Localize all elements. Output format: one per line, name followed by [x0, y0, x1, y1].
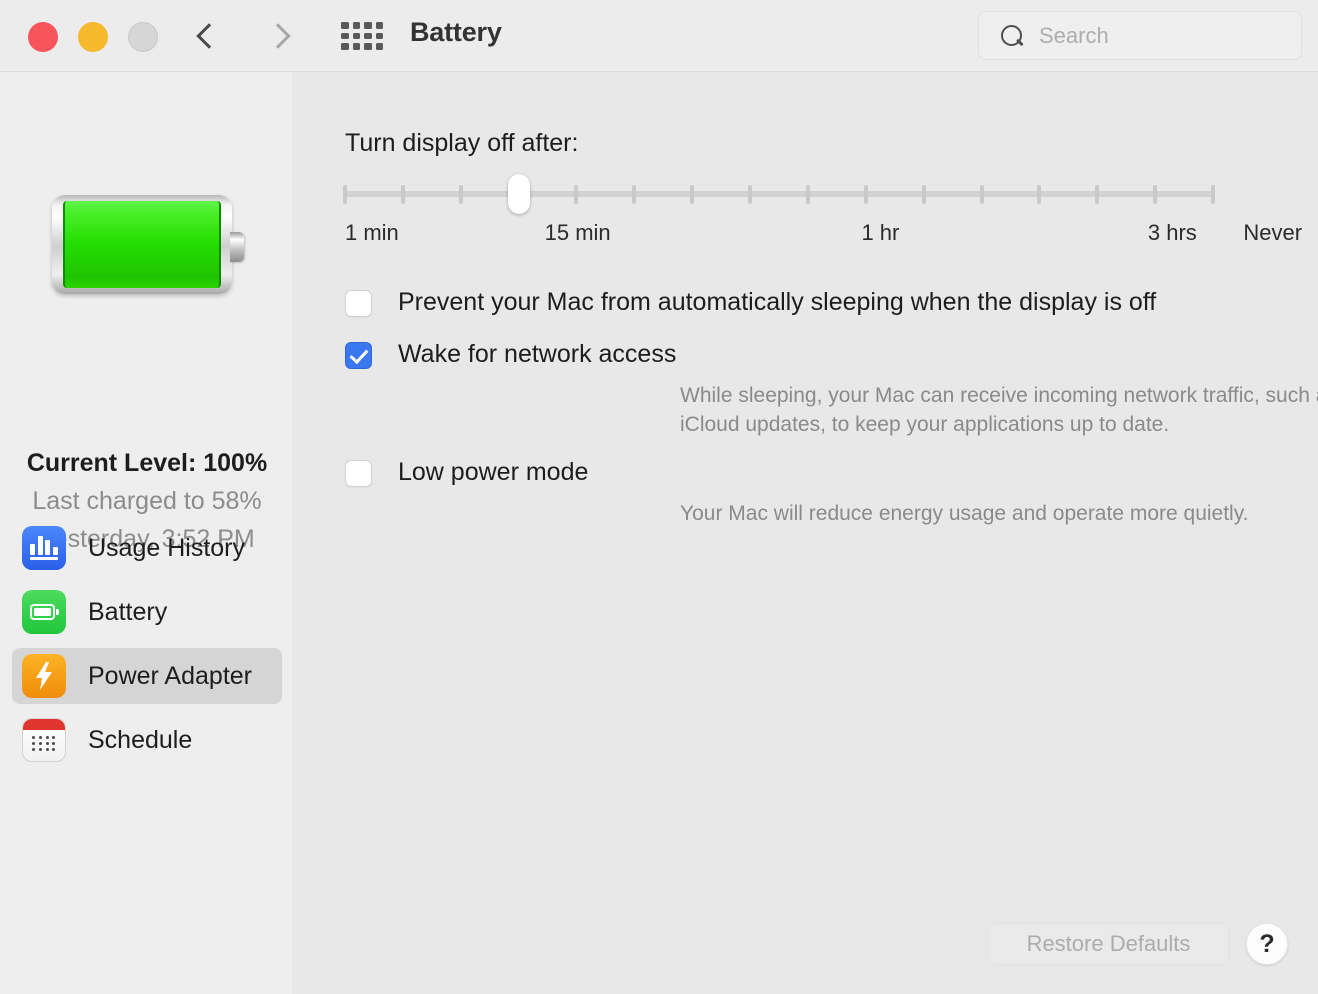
current-level-text: Current Level: 100%: [26, 449, 268, 477]
zoom-button: [128, 22, 158, 52]
turn-display-off-label: Turn display off after:: [345, 129, 579, 157]
slider-tick-labels: 1 min 15 min 1 hr 3 hrs Never: [345, 220, 1302, 248]
sidebar-item-power-adapter[interactable]: Power Adapter: [12, 648, 282, 704]
slider-tick-label: 15 min: [544, 220, 611, 245]
sidebar-nav-list: Usage History Battery Power Adapter Sche…: [12, 520, 282, 776]
search-icon: [1001, 25, 1022, 46]
wake-for-network-checkbox[interactable]: [345, 342, 372, 369]
slider-tick: [1211, 185, 1215, 204]
sidebar-item-label: Power Adapter: [88, 661, 252, 690]
last-charged-text: Last charged to 58%: [32, 487, 262, 515]
sidebar-item-battery[interactable]: Battery: [12, 584, 282, 640]
slider-tick: [863, 185, 868, 204]
option-wake-for-network[interactable]: Wake for network access: [345, 339, 676, 369]
forward-button: [258, 14, 302, 58]
sidebar-item-label: Battery: [88, 597, 168, 626]
slider-tick: [632, 185, 637, 204]
search-input[interactable]: Search: [978, 11, 1302, 60]
close-button[interactable]: [28, 22, 58, 52]
option-label: Low power mode: [398, 458, 589, 486]
option-label: Prevent your Mac from automatically slee…: [398, 288, 1157, 316]
slider-tick-label: 1 hr: [861, 220, 900, 245]
option-label: Wake for network access: [398, 340, 677, 368]
slider-tick: [574, 185, 579, 204]
usage-history-icon: [22, 526, 66, 570]
slider-tick: [1037, 185, 1042, 204]
slider-track: [345, 191, 1213, 197]
wake-for-network-description: While sleeping, your Mac can receive inc…: [680, 384, 1318, 436]
help-button[interactable]: ?: [1246, 923, 1288, 965]
slider-tick: [400, 185, 405, 204]
lightning-bolt-icon: [36, 662, 52, 690]
show-all-grid-icon[interactable]: [339, 19, 385, 53]
slider-tick: [979, 185, 984, 204]
slider-tick-label: 1 min: [345, 220, 399, 245]
battery-level-graphic: [52, 195, 244, 294]
sidebar-item-label: Usage History: [88, 533, 245, 562]
display-sleep-slider[interactable]: [343, 174, 1215, 214]
page-title: Battery: [410, 17, 502, 47]
slider-tick: [690, 185, 695, 204]
sidebar-item-label: Schedule: [88, 725, 193, 754]
traffic-lights: [28, 22, 158, 52]
content-pane: Turn display off after: 1 min 15 min 1 hr 3…: [295, 72, 1318, 994]
sidebar: Current Level: 100% Last charged to 58% …: [0, 72, 294, 994]
battery-icon: [22, 590, 66, 634]
slider-tick-label: 3 hrs: [1147, 220, 1197, 245]
sidebar-item-schedule[interactable]: Schedule: [12, 712, 282, 768]
slider-tick: [921, 185, 926, 204]
slider-tick: [1095, 185, 1100, 204]
slider-tick: [1153, 185, 1158, 204]
slider-tick: [748, 185, 753, 204]
back-button[interactable]: [184, 14, 228, 58]
option-low-power-mode[interactable]: Low power mode: [345, 457, 588, 487]
search-placeholder: Search: [1039, 23, 1109, 48]
option-prevent-sleep[interactable]: Prevent your Mac from automatically slee…: [345, 287, 1156, 317]
battery-fill: [63, 201, 221, 288]
schedule-calendar-icon: [22, 718, 66, 762]
back-chevron-icon: [195, 23, 222, 49]
window-titlebar: Battery Search: [0, 0, 1318, 72]
minimize-button[interactable]: [78, 22, 108, 52]
restore-defaults-button[interactable]: Restore Defaults: [988, 923, 1229, 965]
slider-tick: [343, 185, 347, 204]
prevent-sleep-checkbox[interactable]: [345, 290, 372, 317]
sidebar-item-usage-history[interactable]: Usage History: [12, 520, 282, 576]
slider-tick: [805, 185, 810, 204]
slider-tick: [458, 185, 463, 204]
low-power-mode-checkbox[interactable]: [345, 460, 372, 487]
slider-tick-label: Never: [1243, 220, 1303, 245]
slider-thumb[interactable]: [507, 174, 530, 214]
battery-nub: [230, 232, 244, 262]
forward-chevron-icon: [264, 23, 291, 49]
low-power-mode-description: Your Mac will reduce energy usage and op…: [680, 502, 1249, 525]
power-adapter-icon: [22, 654, 66, 698]
